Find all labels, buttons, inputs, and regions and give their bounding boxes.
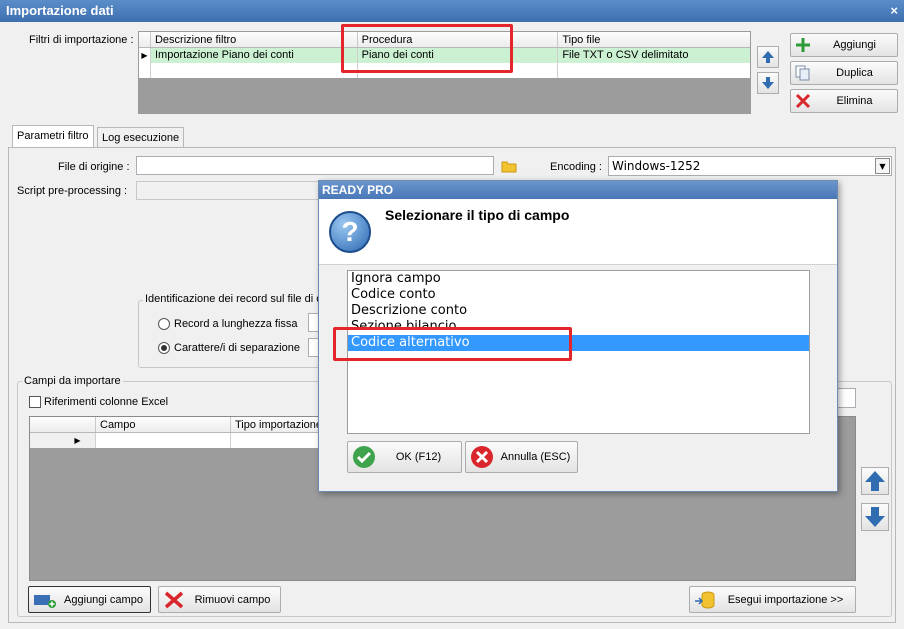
script-preprocessing-label: Script pre-processing : — [17, 185, 128, 197]
filters-label: Filtri di importazione : — [29, 34, 134, 46]
dialog-heading: Selezionare il tipo di campo — [385, 207, 570, 223]
add-field-button[interactable]: Aggiungi campo — [28, 586, 151, 613]
column-header[interactable]: Tipo importazione — [231, 417, 320, 432]
delete-x-icon — [795, 93, 811, 109]
cancel-button-label: Annulla (ESC) — [500, 451, 571, 463]
script-preprocessing-input[interactable] — [136, 181, 326, 200]
column-header[interactable]: Campo — [96, 417, 231, 432]
run-import-label: Esegui importazione >> — [727, 593, 844, 606]
add-field-label: Aggiungi campo — [64, 593, 143, 606]
remove-field-label: Rimuovi campo — [194, 593, 271, 606]
list-item[interactable]: Ignora campo — [348, 271, 809, 287]
dialog-title: READY PRO — [319, 181, 837, 199]
delete-button-label: Elimina — [836, 95, 873, 107]
delete-x-icon — [164, 591, 184, 608]
list-item[interactable]: Descrizione conto — [348, 303, 809, 319]
column-header[interactable]: Tipo file — [558, 32, 750, 47]
plus-icon — [796, 38, 810, 52]
chevron-down-icon[interactable]: ▼ — [875, 158, 890, 174]
filters-grid[interactable]: Descrizione filtro Procedura Tipo file ▶… — [138, 31, 751, 114]
folder-icon — [501, 161, 517, 172]
fields-group-label: Campi da importare — [22, 375, 123, 387]
radio-button[interactable] — [158, 318, 170, 330]
move-up-button[interactable] — [757, 46, 779, 68]
field-type-listbox[interactable]: Ignora campo Codice conto Descrizione co… — [347, 270, 810, 434]
window-title-bar: Importazione dati × — [0, 0, 904, 22]
ok-button-label: OK (F12) — [395, 451, 442, 463]
row-marker-icon: ▶ — [139, 48, 151, 63]
excel-refs-checkbox[interactable]: Riferimenti colonne Excel — [29, 396, 168, 408]
remove-field-button[interactable]: Rimuovi campo — [158, 586, 281, 613]
check-icon — [353, 446, 375, 468]
checkbox[interactable] — [29, 396, 41, 408]
close-icon[interactable]: × — [890, 0, 898, 22]
table-cell[interactable]: Piano dei conti — [358, 48, 559, 63]
row-header-cell — [30, 417, 96, 432]
row-marker-icon: ▶ — [30, 433, 96, 448]
tab-log-esecuzione[interactable]: Log esecuzione — [97, 127, 185, 148]
move-down-button[interactable] — [757, 72, 779, 94]
origin-file-input[interactable] — [136, 156, 494, 175]
column-header[interactable]: Descrizione filtro — [151, 32, 358, 47]
add-field-icon — [34, 594, 56, 608]
radio-separator[interactable]: Carattere/i di separazione — [158, 342, 300, 354]
window-title: Importazione dati — [6, 3, 114, 18]
field-move-down-button[interactable] — [861, 503, 889, 531]
add-button[interactable]: Aggiungi — [790, 33, 898, 57]
radio-separator-label: Carattere/i di separazione — [174, 342, 300, 354]
encoding-select[interactable]: Windows-1252 ▼ — [608, 156, 892, 176]
arrow-up-icon — [762, 51, 774, 63]
excel-refs-label: Riferimenti colonne Excel — [44, 396, 169, 408]
radio-fixed-length[interactable]: Record a lunghezza fissa — [158, 318, 298, 330]
radio-button-selected[interactable] — [158, 342, 170, 354]
table-cell[interactable]: File TXT o CSV delimitato — [558, 48, 750, 63]
copy-icon — [795, 65, 810, 81]
origin-file-label: File di origine : — [58, 161, 130, 173]
table-cell[interactable] — [231, 433, 320, 448]
ok-button[interactable]: OK (F12) — [347, 441, 462, 473]
duplicate-button-label: Duplica — [836, 67, 873, 79]
encoding-label: Encoding : — [550, 161, 602, 173]
arrow-up-icon — [865, 471, 885, 491]
question-icon: ? — [329, 211, 371, 253]
tab-parametri-filtro[interactable]: Parametri filtro — [12, 125, 94, 148]
row-header-cell — [139, 32, 151, 47]
list-item[interactable]: Codice conto — [348, 287, 809, 303]
column-header[interactable]: Procedura — [358, 32, 559, 47]
list-item-selected[interactable]: Codice alternativo — [348, 335, 809, 351]
import-db-icon — [695, 591, 715, 608]
table-cell[interactable]: Importazione Piano dei conti — [151, 48, 358, 63]
add-button-label: Aggiungi — [833, 39, 876, 51]
table-row[interactable]: ▶ — [30, 433, 320, 448]
browse-folder-button[interactable] — [499, 156, 519, 175]
delete-button[interactable]: Elimina — [790, 89, 898, 113]
cancel-button[interactable]: Annulla (ESC) — [465, 441, 578, 473]
arrow-down-icon — [762, 77, 774, 89]
field-move-up-button[interactable] — [861, 467, 889, 495]
list-item[interactable]: Sezione bilancio — [348, 319, 809, 335]
fields-side-input[interactable] — [836, 388, 856, 408]
table-cell[interactable] — [96, 433, 231, 448]
dialog-header: ? Selezionare il tipo di campo — [319, 199, 837, 265]
run-import-button[interactable]: Esegui importazione >> — [689, 586, 856, 613]
table-row-empty[interactable] — [139, 63, 750, 78]
duplicate-button[interactable]: Duplica — [790, 61, 898, 85]
arrow-down-icon — [865, 507, 885, 527]
record-identification-group — [138, 300, 328, 368]
cancel-x-icon — [471, 446, 493, 468]
radio-fixed-label: Record a lunghezza fissa — [174, 318, 298, 330]
table-row[interactable]: ▶ Importazione Piano dei conti Piano dei… — [139, 48, 750, 63]
encoding-value: Windows-1252 — [612, 159, 701, 173]
select-field-type-dialog: READY PRO ? Selezionare il tipo di campo… — [318, 180, 838, 492]
record-identification-label: Identificazione dei record sul file di o — [143, 293, 325, 305]
